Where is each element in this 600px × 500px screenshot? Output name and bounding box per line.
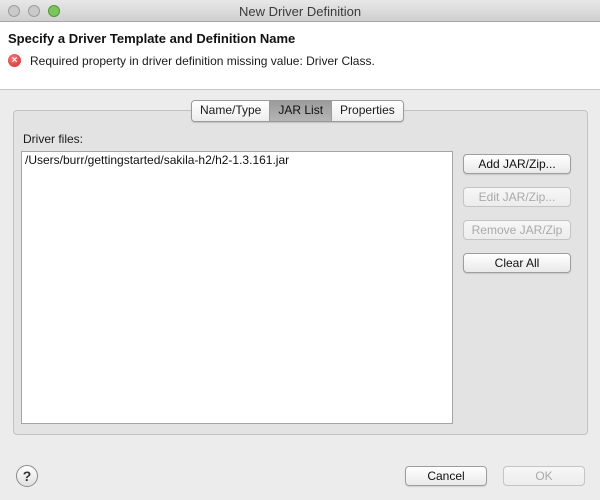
remove-jar-button[interactable]: Remove JAR/Zip	[463, 220, 571, 240]
error-message: Required property in driver definition m…	[30, 54, 375, 68]
clear-all-button[interactable]: Clear All	[463, 253, 571, 273]
cancel-button[interactable]: Cancel	[405, 466, 487, 486]
tab-properties[interactable]: Properties	[332, 101, 403, 121]
tab-bar: Name/Type JAR List Properties	[191, 100, 404, 122]
header-banner: Specify a Driver Template and Definition…	[0, 22, 600, 90]
tab-name-type[interactable]: Name/Type	[192, 101, 271, 121]
driver-files-list[interactable]: /Users/burr/gettingstarted/sakila-h2/h2-…	[21, 151, 453, 424]
add-jar-button[interactable]: Add JAR/Zip...	[463, 154, 571, 174]
error-icon: ×	[8, 54, 21, 67]
edit-jar-button[interactable]: Edit JAR/Zip...	[463, 187, 571, 207]
window-title: New Driver Definition	[238, 4, 362, 19]
ok-button[interactable]: OK	[503, 466, 585, 486]
banner-title: Specify a Driver Template and Definition…	[8, 31, 296, 46]
help-icon[interactable]: ?	[16, 465, 38, 487]
driver-files-label: Driver files:	[23, 132, 84, 146]
window-titlebar: New Driver Definition	[0, 0, 600, 22]
list-item[interactable]: /Users/burr/gettingstarted/sakila-h2/h2-…	[22, 152, 452, 168]
tab-jar-list[interactable]: JAR List	[270, 101, 333, 121]
